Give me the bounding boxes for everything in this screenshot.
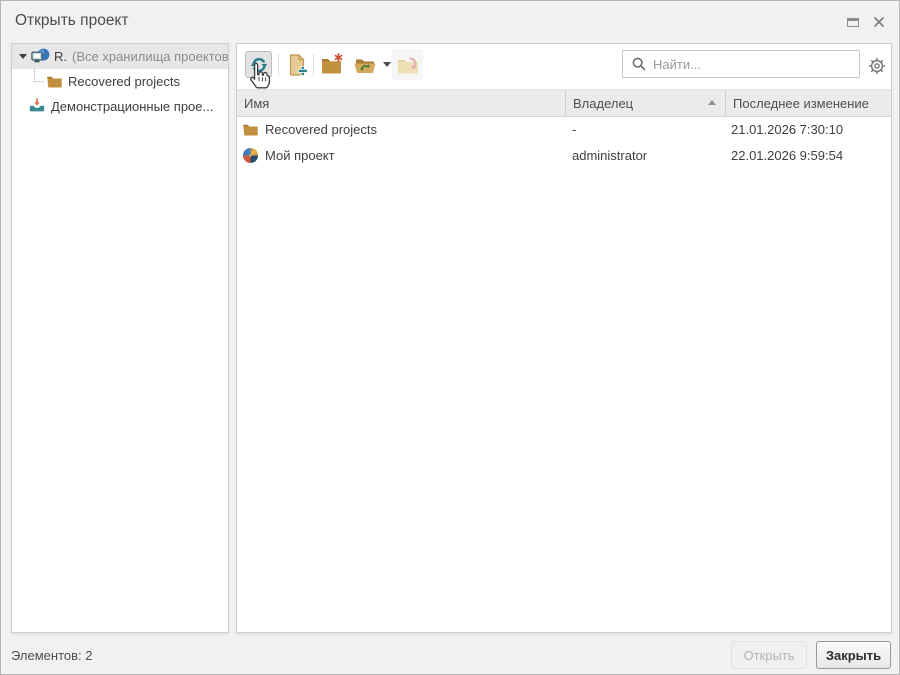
tree-item-all-storages[interactable]: R. (Все хранилища проектов): [12, 44, 228, 69]
column-label: Владелец: [573, 96, 633, 111]
items-count-status: Элементов: 2: [11, 648, 92, 663]
dialog-title: Открыть проект: [15, 12, 129, 30]
row-owner: -: [565, 116, 725, 142]
table-row[interactable]: Мой проект administrator 22.01.2026 9:59…: [237, 142, 891, 168]
search-box: [622, 50, 860, 78]
new-project-icon: [285, 53, 309, 77]
column-header-owner[interactable]: Владелец: [565, 90, 725, 116]
storage-workstation-icon: [31, 47, 50, 69]
row-name: Мой проект: [265, 148, 335, 163]
toolbar-separator: [278, 54, 279, 75]
restore-dropdown-caret[interactable]: [383, 62, 391, 67]
toolbar-separator: [313, 54, 314, 75]
close-icon: [873, 16, 885, 28]
project-icon: [242, 147, 259, 164]
search-icon: [631, 56, 647, 72]
table-row[interactable]: Recovered projects - 21.01.2026 7:30:10: [237, 116, 891, 142]
storage-tree-panel: R. (Все хранилища проектов) Recovered pr…: [11, 43, 229, 633]
tree-connector: [34, 69, 44, 82]
tree-item-recovered-projects[interactable]: Recovered projects: [12, 69, 228, 94]
demo-projects-tray-icon: [28, 97, 46, 118]
column-header-name[interactable]: Имя: [237, 90, 565, 116]
refresh-icon: [249, 55, 269, 75]
open-button[interactable]: Открыть: [731, 641, 807, 669]
gear-icon: [867, 56, 887, 76]
table-header: Имя Владелец Последнее изменение: [237, 89, 891, 117]
settings-button[interactable]: [866, 55, 888, 77]
row-owner: administrator: [565, 142, 725, 168]
row-modified: 22.01.2026 9:59:54: [725, 142, 891, 168]
folder-icon: [242, 121, 259, 138]
close-button[interactable]: [867, 11, 891, 33]
tree-item-label: R.: [54, 49, 67, 64]
import-project-button[interactable]: [392, 49, 423, 80]
tree-item-label: Recovered projects: [68, 74, 180, 89]
tree-item-demo-projects[interactable]: Демонстрационные прое...: [12, 94, 228, 119]
new-project-button[interactable]: [283, 51, 310, 78]
maximize-button[interactable]: [841, 11, 865, 33]
column-label: Имя: [244, 96, 269, 111]
open-project-dialog: Открыть проект: [0, 0, 900, 675]
restore-project-button[interactable]: [351, 51, 378, 78]
project-list-panel: Имя Владелец Последнее изменение Recover…: [236, 43, 892, 633]
titlebar: Открыть проект: [1, 1, 899, 43]
folder-icon: [46, 73, 63, 93]
row-modified: 21.01.2026 7:30:10: [725, 116, 891, 142]
new-folder-button[interactable]: [318, 51, 345, 78]
search-input[interactable]: [653, 57, 859, 72]
maximize-icon: [847, 18, 859, 27]
import-folder-icon: [396, 53, 420, 77]
tree-item-sublabel: (Все хранилища проектов): [72, 49, 228, 64]
close-dialog-button[interactable]: Закрыть: [816, 641, 891, 669]
tree-item-label: Демонстрационные прое...: [51, 99, 213, 114]
restore-folder-icon: [353, 53, 377, 77]
new-folder-icon: [320, 53, 344, 77]
row-name: Recovered projects: [265, 122, 377, 137]
sort-ascending-icon: [708, 100, 716, 105]
column-label: Последнее изменение: [733, 96, 869, 111]
toolbar: [237, 44, 891, 88]
column-header-modified[interactable]: Последнее изменение: [725, 90, 891, 116]
expander-icon[interactable]: [19, 54, 27, 59]
refresh-button[interactable]: [245, 51, 272, 78]
